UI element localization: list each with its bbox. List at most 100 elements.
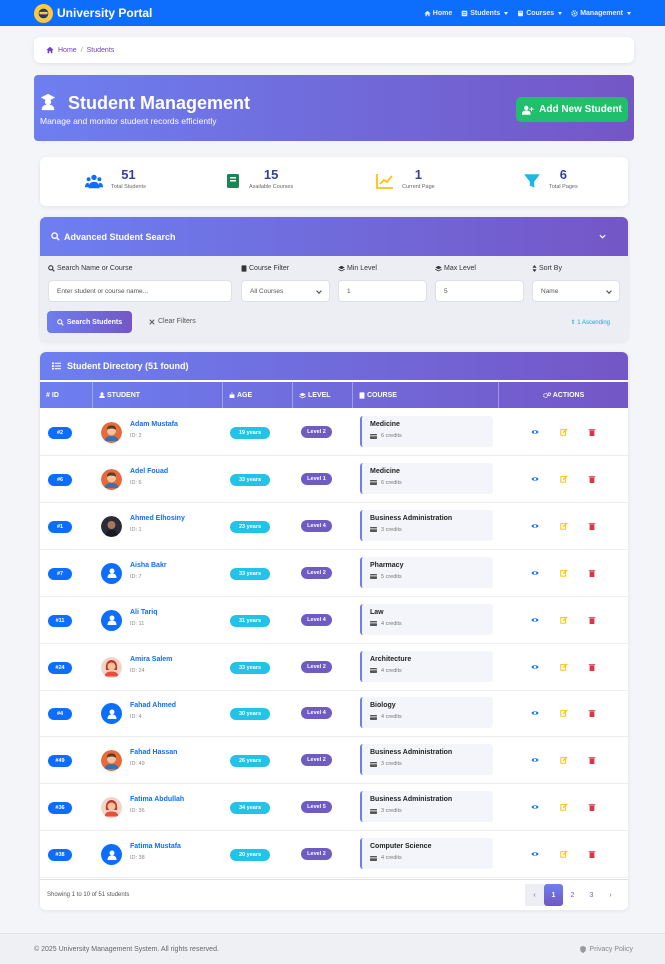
student-name-link[interactable]: Adam Mustafa [130,421,178,428]
max-level-input[interactable]: 5 [435,280,524,302]
search-students-button[interactable]: Search Students [47,311,132,333]
breadcrumb-home[interactable]: Home [58,47,77,54]
search-panel-title: Advanced Student Search [64,231,176,242]
view-eye-icon[interactable] [531,616,539,624]
delete-trash-icon[interactable] [588,850,596,859]
student-name-link[interactable]: Ali Tariq [130,609,157,616]
nav-students[interactable]: Students [461,10,509,17]
view-eye-icon[interactable] [531,522,539,530]
view-eye-icon[interactable] [531,850,539,858]
pagination-prev[interactable]: ‹ [525,884,544,906]
delete-trash-icon[interactable] [588,616,596,624]
column-label: AGE [237,391,253,399]
course-filter-select[interactable]: All Courses [241,280,330,302]
clear-filters-button[interactable]: Clear Filters [149,318,196,325]
search-input[interactable]: Enter student or course name... [48,280,232,302]
avatar [101,797,122,819]
edit-icon[interactable] [560,709,568,718]
avatar [101,609,122,631]
student-name-link[interactable]: Aisha Bakr [130,562,167,569]
student-name-link[interactable]: Ahmed Elhosiny [130,515,185,522]
student-name-link[interactable]: Fatima Abdullah [130,796,184,803]
edit-icon[interactable] [560,615,568,624]
course-name: Biology [370,702,396,710]
search-icon [48,265,55,272]
view-eye-icon[interactable] [531,569,539,577]
pagination-page-3[interactable]: 3 [582,884,601,906]
course-credits: 4 credits [370,668,493,674]
column-header-course[interactable]: COURSE [353,382,499,408]
student-name-link[interactable]: Adel Fouad [130,468,168,475]
delete-trash-icon[interactable] [588,428,596,436]
navbar: University Portal Home Students Courses … [0,0,665,26]
course-cell: Business Administration 3 credits [360,509,493,541]
delete-trash-icon[interactable] [588,569,596,577]
privacy-label: Privacy Policy [589,946,633,953]
edit-icon[interactable] [560,522,568,530]
delete-trash-icon[interactable] [588,756,596,765]
credits-text: 6 credits [381,433,402,439]
student-directory: Student Directory (51 found) # ID STUDENT… [40,352,628,910]
table-row: #7 Aisha Bakr ID: 7 33 years Level 2 Pharmacy… [40,550,628,597]
column-header-student[interactable]: STUDENT [93,382,223,408]
delete-trash-icon[interactable] [588,663,596,671]
pagination-page-2[interactable]: 2 [563,884,582,906]
course-cell: Medicine 6 credits [360,416,493,447]
filter-icon [524,174,540,188]
nav-home[interactable]: Home [424,10,452,17]
view-eye-icon[interactable] [531,756,539,764]
table-footer: Showing 1 to 10 of 51 students ‹ 1 2 3 › [40,879,628,910]
age-badge: 23 years [230,520,270,533]
sort-indicator-text: 1 Ascending [577,320,610,326]
pagination-page-1[interactable]: 1 [544,884,563,906]
delete-trash-icon[interactable] [588,709,596,718]
edit-icon[interactable] [560,662,568,671]
add-student-button[interactable]: Add New Student [516,97,628,122]
min-level-input[interactable]: 1 [338,280,427,302]
avatar [101,515,122,537]
nav-management[interactable]: Management [571,10,631,17]
column-header-age[interactable]: AGE [223,382,293,408]
graduation-cap-logo-icon [34,3,53,23]
stat-total-students: 51 Total Students [85,167,146,190]
level-badge: Level 5 [301,801,332,814]
cogs-icon [542,391,551,398]
home-icon [424,10,431,16]
nav-courses[interactable]: Courses [517,10,563,17]
view-eye-icon[interactable] [531,803,539,811]
edit-icon[interactable] [560,475,568,483]
edit-icon[interactable] [560,756,568,764]
view-eye-icon[interactable] [531,663,539,671]
student-name-link[interactable]: Amira Salem [130,656,172,663]
pagination-next[interactable]: › [601,884,620,906]
credit-card-icon [370,855,377,861]
view-eye-icon[interactable] [531,475,539,483]
student-id-badge: #6 [48,473,72,486]
age-badge: 33 years [230,567,270,580]
delete-trash-icon[interactable] [588,475,596,483]
edit-icon[interactable] [560,569,568,577]
label-text: Sort By [539,265,562,272]
edit-icon[interactable] [560,803,568,811]
credits-text: 6 credits [381,479,402,486]
delete-trash-icon[interactable] [588,522,596,530]
chevron-down-icon[interactable] [599,233,606,240]
student-name-link[interactable]: Fatima Mustafa [130,843,181,850]
breadcrumb-separator: / [80,46,83,54]
view-eye-icon[interactable] [531,428,539,436]
chevron-down-icon [606,288,612,294]
column-header-id[interactable]: # ID [40,382,93,408]
privacy-policy-link[interactable]: Privacy Policy [580,946,633,953]
edit-icon[interactable] [560,428,568,436]
column-header-level[interactable]: LEVEL [293,382,353,408]
birthday-cake-icon [229,392,235,398]
edit-icon[interactable] [560,850,568,858]
student-name-link[interactable]: Fahad Hassan [130,749,177,756]
view-eye-icon[interactable] [531,709,539,717]
sort-by-select[interactable]: Name [532,280,620,302]
delete-trash-icon[interactable] [588,803,596,812]
search-panel-header[interactable]: Advanced Student Search [40,217,628,256]
brand[interactable]: University Portal [34,3,152,23]
student-name-link[interactable]: Fahad Ahmed [130,702,176,709]
avatar [101,656,122,678]
